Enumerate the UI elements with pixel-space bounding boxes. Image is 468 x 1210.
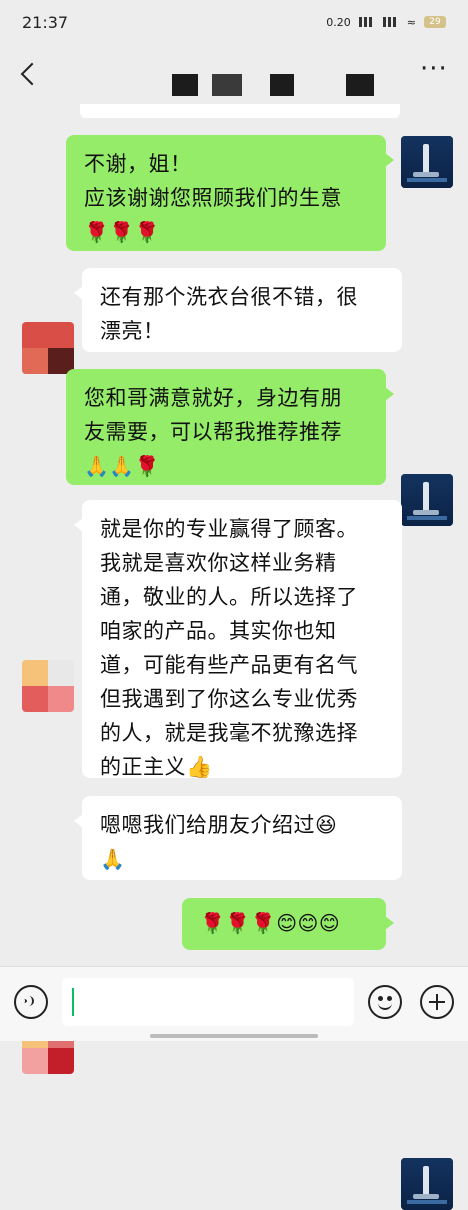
battery-icon: 29 [424,16,446,28]
wifi-icon: ≈ [406,15,416,29]
message-emoji: 🌹🌹🌹😊😊😊 [200,911,341,935]
plus-icon[interactable] [420,985,454,1019]
avatar-contact[interactable] [22,322,74,374]
message-emoji: 🙏🙏🌹 [84,454,161,478]
message-text: 的正主义👍 [100,755,213,779]
message-text: 的人，就是我毫不犹豫选择 [100,721,358,745]
chat-header: ··· [0,44,468,104]
message-bubble-sent[interactable]: 🌹🌹🌹😊😊😊 [182,898,394,950]
more-icon[interactable]: ··· [420,56,447,84]
message-bubble-received[interactable]: 还有那个洗衣台很不错，很 漂亮！ [74,268,402,352]
title-redaction-block [346,74,374,96]
previous-message-fragment [80,104,400,118]
message-bubble-sent[interactable]: 不谢，姐！ 应该谢谢您照顾我们的生意 🌹🌹🌹 [66,135,394,251]
message-text: 应该谢谢您照顾我们的生意 [84,186,342,210]
title-redaction-block [172,74,198,96]
avatar-contact[interactable] [22,660,74,712]
voice-icon[interactable] [14,985,48,1019]
message-text: 还有那个洗衣台很不错，很 [100,285,358,309]
avatar-self[interactable] [401,474,453,526]
message-text: 不谢，姐！ [84,152,192,176]
message-text: 咱家的产品。其实你也知 [100,619,337,643]
message-text: 就是你的专业赢得了顾客。 [100,517,358,541]
network-speed: 0.20 [326,15,351,29]
message-emoji: 🙏 [100,847,126,871]
avatar-self[interactable] [401,1158,453,1210]
message-text: 嗯嗯我们给朋友介绍过😆 [100,813,338,837]
message-text: 通，敬业的人。所以选择了 [100,585,358,609]
home-indicator [150,1034,318,1038]
message-text: 您和哥满意就好，身边有朋 [84,386,342,410]
status-bar: 21:37 0.20 ≈ 29 [0,0,468,44]
back-icon[interactable] [18,58,42,88]
title-redaction-block [270,74,294,96]
chat-input-bar [0,966,468,1041]
message-bubble-sent[interactable]: 您和哥满意就好，身边有朋 友需要，可以帮我推荐推荐 🙏🙏🌹 [66,369,394,485]
message-text: 我就是喜欢你这样业务精 [100,551,337,575]
signal-icon [358,17,375,27]
message-bubble-received[interactable]: 就是你的专业赢得了顾客。 我就是喜欢你这样业务精 通，敬业的人。所以选择了 咱家… [74,500,402,779]
signal-icon-2 [382,17,399,27]
message-bubble-received[interactable]: 嗯嗯我们给朋友介绍过😆 🙏 [74,796,402,880]
message-text: 但我遇到了你这么专业优秀 [100,687,358,711]
message-input[interactable] [62,978,354,1026]
text-caret [72,988,74,1016]
status-time: 21:37 [22,12,69,32]
emoji-icon[interactable] [368,985,402,1019]
avatar-self[interactable] [401,136,453,188]
status-icons: 0.20 ≈ 29 [326,16,446,29]
message-emoji: 🌹🌹🌹 [84,220,161,244]
message-text: 漂亮！ [100,319,165,343]
title-redaction-block [212,74,242,96]
message-text: 友需要，可以帮我推荐推荐 [84,420,342,444]
message-text: 道，可能有些产品更有名气 [100,653,358,677]
